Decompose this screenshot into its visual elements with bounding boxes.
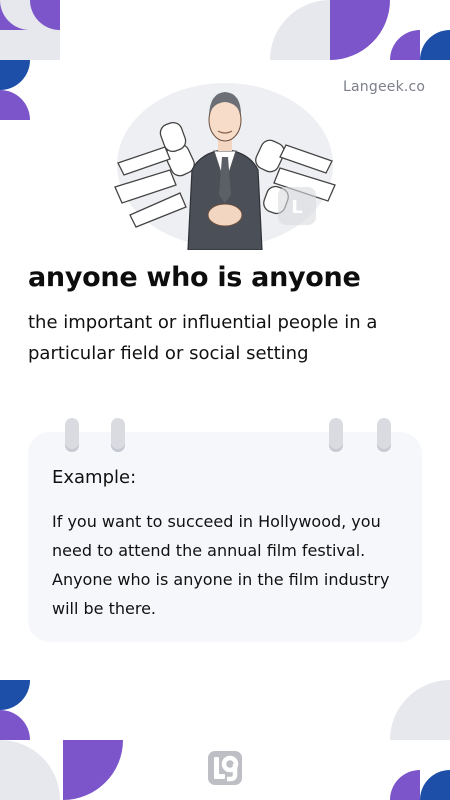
example-sentence: If you want to succeed in Hollywood, you… (52, 512, 390, 618)
langeek-logo-icon (208, 751, 242, 785)
top-left-decoration (0, 0, 60, 120)
binder-ring (329, 418, 343, 452)
brand-site-label: Langeek.co (343, 79, 426, 95)
bottom-left-decoration (0, 680, 123, 800)
definition: the important or influential people in a… (28, 312, 378, 364)
top-right-decoration (270, 0, 450, 60)
binder-ring (111, 418, 125, 452)
headword: anyone who is anyone (28, 262, 361, 293)
binder-ring (65, 418, 79, 452)
man-surrounded-by-microphones-illustration: L (114, 83, 336, 250)
binder-ring (377, 418, 391, 452)
bottom-right-decoration (390, 680, 450, 800)
example-label: Example: (52, 467, 137, 488)
svg-text:L: L (291, 197, 302, 218)
